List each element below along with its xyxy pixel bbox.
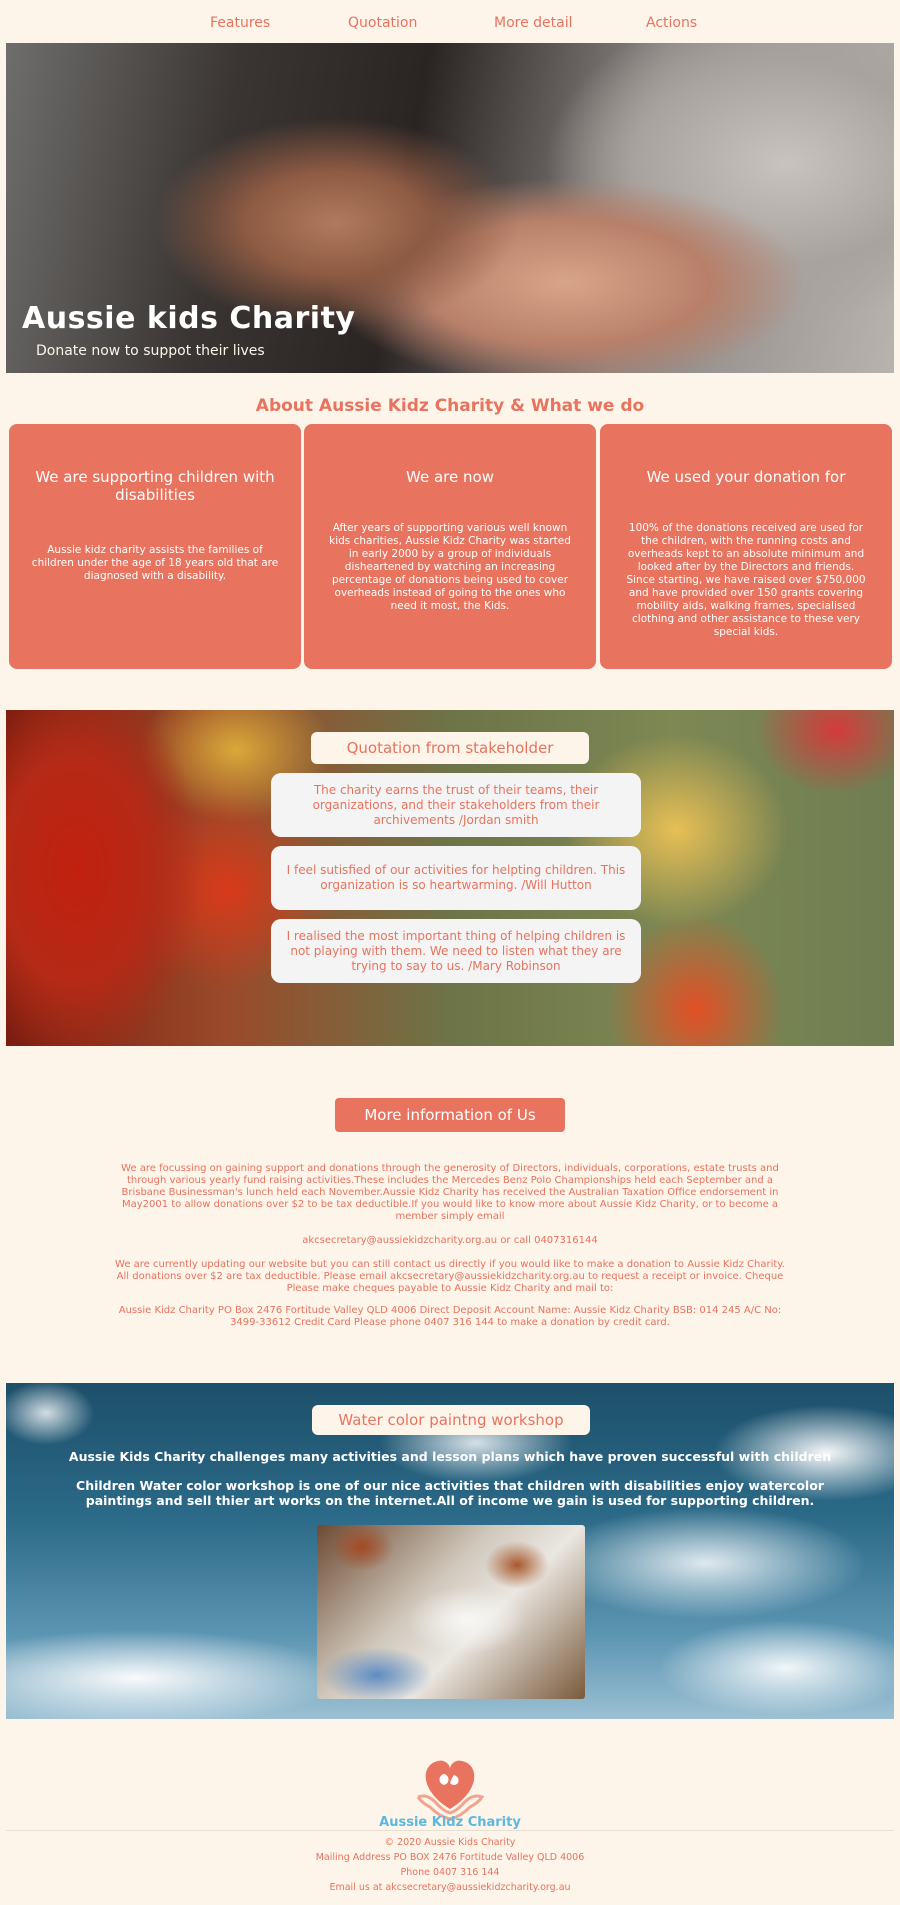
workshop-intro: Aussie Kids Charity challenges many acti…	[68, 1449, 832, 1464]
quote-text: I realised the most important thing of h…	[286, 928, 626, 973]
contact-line[interactable]: akcsecretary@aussiekidzcharity.org.au or…	[115, 1235, 785, 1247]
nav-quotation-link[interactable]: Quotation	[348, 15, 417, 31]
quotation-title: Quotation from stakeholder	[311, 732, 589, 764]
workshop-description: Children Water color workshop is one of …	[76, 1478, 824, 1508]
logo-text: Aussie Kidz Charity	[379, 1815, 521, 1830]
nav-features-link[interactable]: Features	[210, 15, 270, 31]
card-heading: We are now	[406, 468, 494, 486]
card-body: Aussie kidz charity assists the families…	[31, 544, 279, 582]
card-body: After years of supporting various well k…	[329, 522, 571, 612]
hero-title: Aussie kids Charity	[22, 301, 356, 336]
top-nav: Features Quotation More detail Actions	[6, 5, 894, 43]
about-card-supporting: We are supporting children with disabili…	[9, 424, 301, 669]
quotation-section: Quotation from stakeholder The charity e…	[6, 710, 894, 1046]
card-heading: We are supporting children with disabili…	[35, 468, 275, 504]
quote-card: The charity earns the trust of their tea…	[271, 773, 641, 837]
donation-paragraph: We are currently updating our website bu…	[115, 1259, 785, 1294]
card-body: 100% of the donations received are used …	[626, 522, 866, 638]
footer-copyright: © 2020 Aussie Kids Charity	[384, 1837, 516, 1848]
more-info-paragraph: We are focussing on gaining support and …	[121, 1163, 779, 1222]
footer-address: Mailing Address PO BOX 2476 Fortitude Va…	[315, 1852, 585, 1863]
footer-divider	[6, 1830, 894, 1831]
footer-email[interactable]: Email us at akcsecretary@aussiekidzchari…	[0, 1882, 900, 1893]
footer-phone: Phone 0407 316 144	[400, 1867, 500, 1878]
quote-card: I realised the most important thing of h…	[271, 919, 641, 983]
workshop-title: Water color paintng workshop	[312, 1405, 590, 1435]
quote-card: I feel sutisfied of our activities for h…	[271, 846, 641, 910]
about-section-title: About Aussie Kidz Charity & What we do	[255, 396, 645, 416]
card-heading: We used your donation for	[646, 468, 846, 486]
quote-text: I feel sutisfied of our activities for h…	[286, 863, 626, 892]
about-card-now: We are now After years of supporting var…	[304, 424, 596, 669]
workshop-section: Water color paintng workshop Aussie Kids…	[6, 1383, 894, 1719]
more-information-button[interactable]: More information of Us	[335, 1098, 565, 1132]
nav-more-detail-link[interactable]: More detail	[494, 15, 573, 31]
mail-paragraph: Aussie Kidz Charity PO Box 2476 Fortitud…	[118, 1305, 782, 1328]
children-painting-photo	[317, 1525, 585, 1699]
hero-subtitle: Donate now to suppot their lives	[36, 343, 265, 359]
quote-text: The charity earns the trust of their tea…	[312, 782, 600, 827]
hero-banner: Aussie kids Charity Donate now to suppot…	[6, 43, 894, 373]
nav-actions-link[interactable]: Actions	[646, 15, 697, 31]
about-card-donation: We used your donation for 100% of the do…	[600, 424, 892, 669]
